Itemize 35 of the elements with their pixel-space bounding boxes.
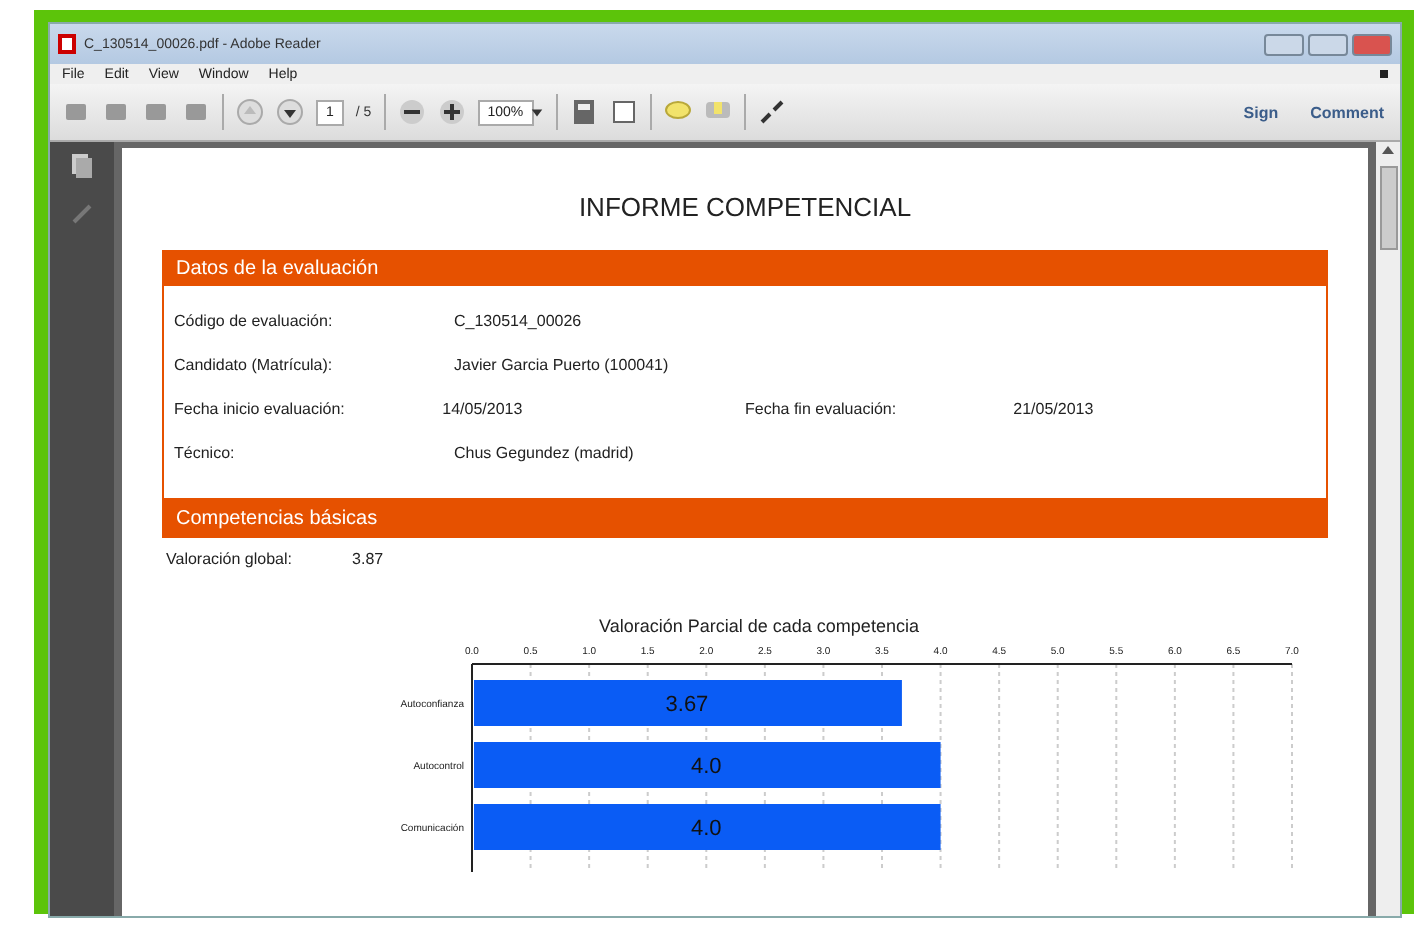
previous-page-icon[interactable] — [236, 98, 264, 126]
close-button[interactable] — [1352, 33, 1392, 55]
field-value: 3.87 — [352, 550, 384, 568]
chart-title: Valoración Parcial de cada competencia — [599, 616, 919, 636]
zoom-out-icon[interactable] — [397, 98, 426, 126]
field-label: Valoración global: — [166, 550, 293, 568]
bar-value-label: 4.0 — [691, 817, 722, 841]
field-value: Javier Garcia Puerto (100041) — [454, 355, 671, 373]
next-page-icon[interactable] — [276, 98, 304, 126]
document-title: INFORME COMPETENCIAL — [576, 192, 914, 222]
field-value: C_130514_00026 — [454, 311, 584, 329]
pen-icon[interactable] — [70, 202, 94, 226]
field-label: Código de evaluación: — [174, 311, 335, 329]
section-heading: Datos de la evaluación — [164, 252, 1326, 286]
maximize-button[interactable] — [1308, 33, 1348, 55]
pages-icon[interactable] — [70, 154, 94, 178]
dropdown-caret-icon[interactable] — [529, 105, 544, 119]
fit-width-icon[interactable] — [609, 98, 638, 126]
field-value: Chus Gegundez (madrid) — [454, 443, 636, 461]
minimize-button[interactable] — [1264, 33, 1304, 55]
field-label: Candidato (Matrícula): — [174, 355, 335, 373]
bar-value-label: 3.67 — [665, 693, 709, 717]
pdf-icon — [58, 34, 76, 54]
field-value: 21/05/2013 — [1013, 399, 1096, 417]
toolbar-action-button[interactable]: Sign — [1239, 99, 1283, 125]
section-heading: Competencias básicas — [164, 502, 1326, 536]
field-label: Fecha fin evaluación: — [745, 399, 899, 417]
fit-page-icon[interactable] — [569, 98, 598, 126]
scrollbar-thumb[interactable] — [1379, 166, 1397, 250]
toolbar-action-button[interactable]: Comment — [1306, 99, 1388, 125]
bar-value-label: 4.0 — [691, 755, 722, 779]
field-value: 14/05/2013 — [442, 399, 525, 417]
field-label: Fecha inicio evaluación: — [174, 399, 347, 417]
zoom-in-icon[interactable] — [437, 98, 466, 126]
field-label: Técnico: — [174, 443, 237, 461]
